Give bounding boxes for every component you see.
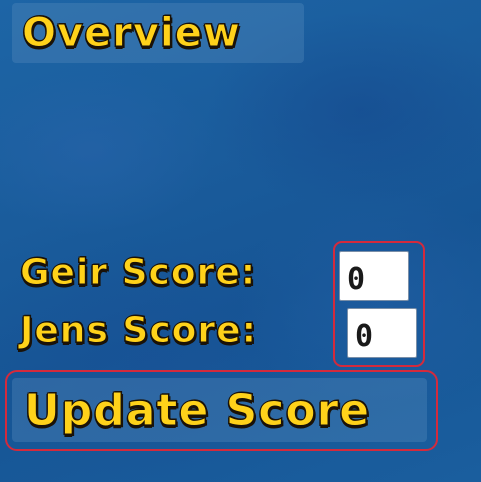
page-title: Overview <box>22 10 241 57</box>
update-score-label: Update Score <box>23 384 371 436</box>
overview-header-panel: Overview <box>12 3 304 63</box>
jens-score-input[interactable] <box>347 308 417 358</box>
jens-score-label: Jens Score: <box>20 310 257 352</box>
geir-score-label: Geir Score: <box>19 252 257 294</box>
update-score-button[interactable]: Update Score <box>12 378 427 442</box>
geir-score-input[interactable] <box>339 251 409 301</box>
